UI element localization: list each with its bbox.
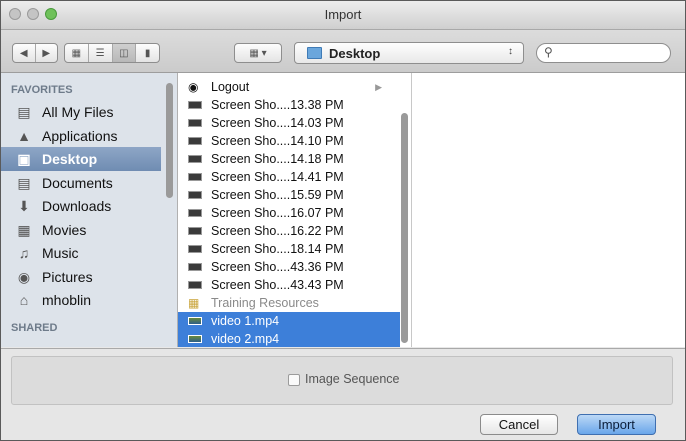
sidebar-item-label: Documents xyxy=(42,175,113,191)
image-file-icon xyxy=(188,227,202,235)
cover-flow-icon[interactable]: ▮ xyxy=(136,44,159,62)
bottom-panel: Image Sequence Cancel Import xyxy=(1,348,685,440)
sidebar-item-label: All My Files xyxy=(42,104,114,120)
list-item[interactable]: ◉ Logout ▶ xyxy=(178,78,400,96)
title-bar: Import xyxy=(1,1,685,30)
image-file-icon xyxy=(188,119,202,127)
video-file-icon xyxy=(188,317,202,325)
list-item[interactable]: Screen Sho....43.36 PM xyxy=(178,258,400,276)
back-forward-control[interactable]: ◀ ▶ xyxy=(12,43,58,63)
image-file-icon xyxy=(188,191,202,199)
list-item[interactable]: Screen Sho....18.14 PM xyxy=(178,240,400,258)
image-file-icon xyxy=(188,137,202,145)
image-file-icon xyxy=(188,173,202,181)
list-item[interactable]: Screen Sho....16.22 PM xyxy=(178,222,400,240)
arrange-menu[interactable]: ▦ ▾ xyxy=(234,43,282,63)
video-file-icon xyxy=(188,335,202,343)
sidebar-item-label: Downloads xyxy=(42,198,112,214)
sidebar-item-label: mhoblin xyxy=(42,292,92,308)
downloads-icon: ⬇ xyxy=(18,197,30,214)
image-file-icon xyxy=(188,263,202,271)
list-item[interactable]: video 2.mp4 xyxy=(178,330,400,347)
back-button-icon[interactable]: ◀ xyxy=(13,44,36,62)
sidebar-scrollbar[interactable] xyxy=(166,83,173,198)
image-file-icon xyxy=(188,281,202,289)
file-column: ◉ Logout ▶ Screen Sho....13.38 PM Screen… xyxy=(178,73,412,347)
sidebar-item-label: Applications xyxy=(42,128,118,144)
preview-column xyxy=(412,73,685,347)
sidebar-item-downloads[interactable]: ⬇ Downloads xyxy=(1,194,161,218)
sidebar-item-applications[interactable]: ▲ Applications xyxy=(1,124,161,148)
popup-arrows-icon: ↕ xyxy=(508,46,513,57)
icon-view-icon[interactable]: ▦ xyxy=(65,44,89,62)
view-mode-control[interactable]: ▦ ☰ ◫ ▮ xyxy=(64,43,160,63)
sidebar-item-label: Pictures xyxy=(42,269,93,285)
sidebar-item-label: Movies xyxy=(42,222,87,238)
list-item[interactable]: Screen Sho....14.03 PM xyxy=(178,114,400,132)
sidebar-item-movies[interactable]: ▦ Movies xyxy=(1,218,161,242)
search-icon: ⚲ xyxy=(544,45,553,59)
home-icon: ⌂ xyxy=(19,292,29,308)
sidebar: FAVORITES ▤ All My Files ▲ Applications … xyxy=(1,73,178,347)
forward-button-icon[interactable]: ▶ xyxy=(36,44,58,62)
sidebar-item-mhoblin[interactable]: ⌂ mhoblin xyxy=(1,288,161,312)
pictures-icon: ◉ xyxy=(17,268,31,285)
list-item[interactable]: ▦ Training Resources xyxy=(178,294,400,312)
location-popup[interactable]: Desktop ↕ xyxy=(294,42,524,64)
image-file-icon xyxy=(188,101,202,109)
import-button[interactable]: Import xyxy=(577,414,656,435)
documents-icon: ▤ xyxy=(17,174,31,191)
sidebar-item-music[interactable]: ♫ Music xyxy=(1,241,161,265)
sidebar-item-label: Desktop xyxy=(42,151,98,167)
music-icon: ♫ xyxy=(18,245,30,261)
image-file-icon xyxy=(188,209,202,217)
options-box: Image Sequence xyxy=(11,356,673,405)
toolbar: ◀ ▶ ▦ ☰ ◫ ▮ ▦ ▾ Desktop ↕ ⚲ xyxy=(1,30,685,73)
list-item[interactable]: Screen Sho....43.43 PM xyxy=(178,276,400,294)
document-icon: ▦ xyxy=(188,296,200,310)
image-sequence-label: Image Sequence xyxy=(305,372,400,386)
list-item[interactable]: Screen Sho....14.10 PM xyxy=(178,132,400,150)
location-label: Desktop xyxy=(329,46,381,61)
window-title: Import xyxy=(324,7,362,22)
list-item[interactable]: Screen Sho....16.07 PM xyxy=(178,204,400,222)
list-item[interactable]: Screen Sho....13.38 PM xyxy=(178,96,400,114)
search-field[interactable]: ⚲ xyxy=(536,43,671,63)
import-dialog: Import ◀ ▶ ▦ ☰ ◫ ▮ ▦ ▾ Desktop ↕ ⚲ FAVOR… xyxy=(0,0,686,441)
applications-icon: ▲ xyxy=(17,128,31,144)
sidebar-item-pictures[interactable]: ◉ Pictures xyxy=(1,265,161,289)
image-sequence-checkbox[interactable] xyxy=(288,374,300,386)
sidebar-item-documents[interactable]: ▤ Documents xyxy=(1,171,161,195)
folder-icon xyxy=(307,47,322,59)
list-item[interactable]: video 1.mp4 xyxy=(178,312,400,330)
movies-icon: ▦ xyxy=(17,221,31,238)
list-view-icon[interactable]: ☰ xyxy=(89,44,113,62)
arrange-icon[interactable]: ▦ ▾ xyxy=(235,44,281,62)
cancel-button[interactable]: Cancel xyxy=(480,414,558,435)
file-list-scrollbar[interactable] xyxy=(401,113,408,343)
list-item[interactable]: Screen Sho....14.41 PM xyxy=(178,168,400,186)
list-item[interactable]: Screen Sho....14.18 PM xyxy=(178,150,400,168)
column-view-icon[interactable]: ◫ xyxy=(112,44,137,62)
list-item[interactable]: Screen Sho....15.59 PM xyxy=(178,186,400,204)
sidebar-item-desktop[interactable]: ▣ Desktop xyxy=(1,147,161,171)
desktop-icon: ▣ xyxy=(17,150,31,167)
sidebar-item-label: Music xyxy=(42,245,79,261)
logout-app-icon: ◉ xyxy=(188,80,199,94)
disclosure-chevron-icon: ▶ xyxy=(375,81,382,92)
image-file-icon xyxy=(188,245,202,253)
image-file-icon xyxy=(188,155,202,163)
favorites-header: FAVORITES xyxy=(11,84,73,96)
all-files-icon: ▤ xyxy=(17,103,31,120)
sidebar-item-all-my-files[interactable]: ▤ All My Files xyxy=(1,100,161,124)
shared-header: SHARED xyxy=(11,322,58,334)
